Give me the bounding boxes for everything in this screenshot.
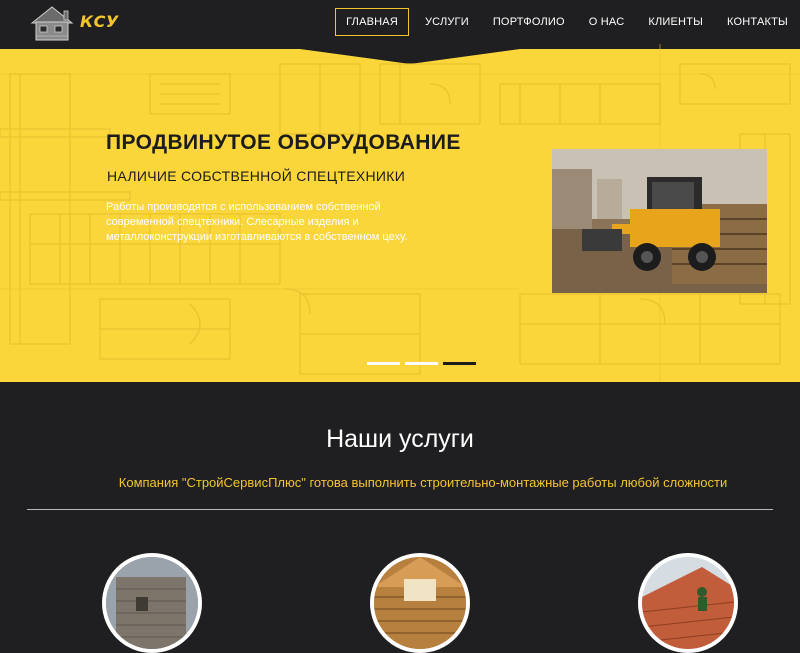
nav-item-portfolio[interactable]: Портфолио (481, 8, 577, 36)
nav-item-home[interactable]: Главная (335, 8, 409, 36)
logo-link[interactable]: КСУ (22, 3, 118, 41)
services-description: Компания "СтройСервисПлюс" готова выполн… (118, 475, 728, 490)
logo-text: КСУ (80, 12, 119, 31)
slider-indicators (367, 362, 476, 365)
service-image-wood-interior[interactable] (370, 553, 470, 653)
services-title: Наши услуги (326, 425, 474, 453)
nav-item-contacts[interactable]: Контакты (715, 8, 800, 36)
wood-interior-illustration (374, 557, 466, 649)
service-image-masonry[interactable] (102, 553, 202, 653)
hero-subtitle: НАЛИЧИЕ СОБСТВЕННОЙ СПЕЦТЕХНИКИ (107, 168, 406, 184)
service-image-roofing[interactable] (638, 553, 738, 653)
nav-item-services[interactable]: Услуги (413, 8, 481, 36)
nav-item-clients[interactable]: Клиенты (636, 8, 715, 36)
nav-item-about[interactable]: О нас (577, 8, 637, 36)
slider-dot-1[interactable] (367, 362, 400, 365)
hero-title: ПРОДВИНУТОЕ ОБОРУДОВАНИЕ (106, 131, 461, 154)
top-navbar: КСУ Главная Услуги Портфолио О нас Клиен… (0, 0, 800, 44)
house-logo-icon (30, 6, 74, 41)
section-divider (27, 509, 773, 510)
roofing-illustration (642, 557, 734, 649)
loader-illustration (552, 149, 767, 293)
hero-slider: ПРОДВИНУТОЕ ОБОРУДОВАНИЕ НАЛИЧИЕ СОБСТВЕ… (0, 44, 800, 382)
main-nav: Главная Услуги Портфолио О нас Клиенты К… (335, 0, 800, 44)
slider-dot-3[interactable] (443, 362, 476, 365)
slider-dot-2[interactable] (405, 362, 438, 365)
hero-description: Работы производятся с использованием соб… (106, 201, 408, 243)
masonry-illustration (106, 557, 198, 649)
skid-steer-loader-photo (552, 149, 767, 293)
